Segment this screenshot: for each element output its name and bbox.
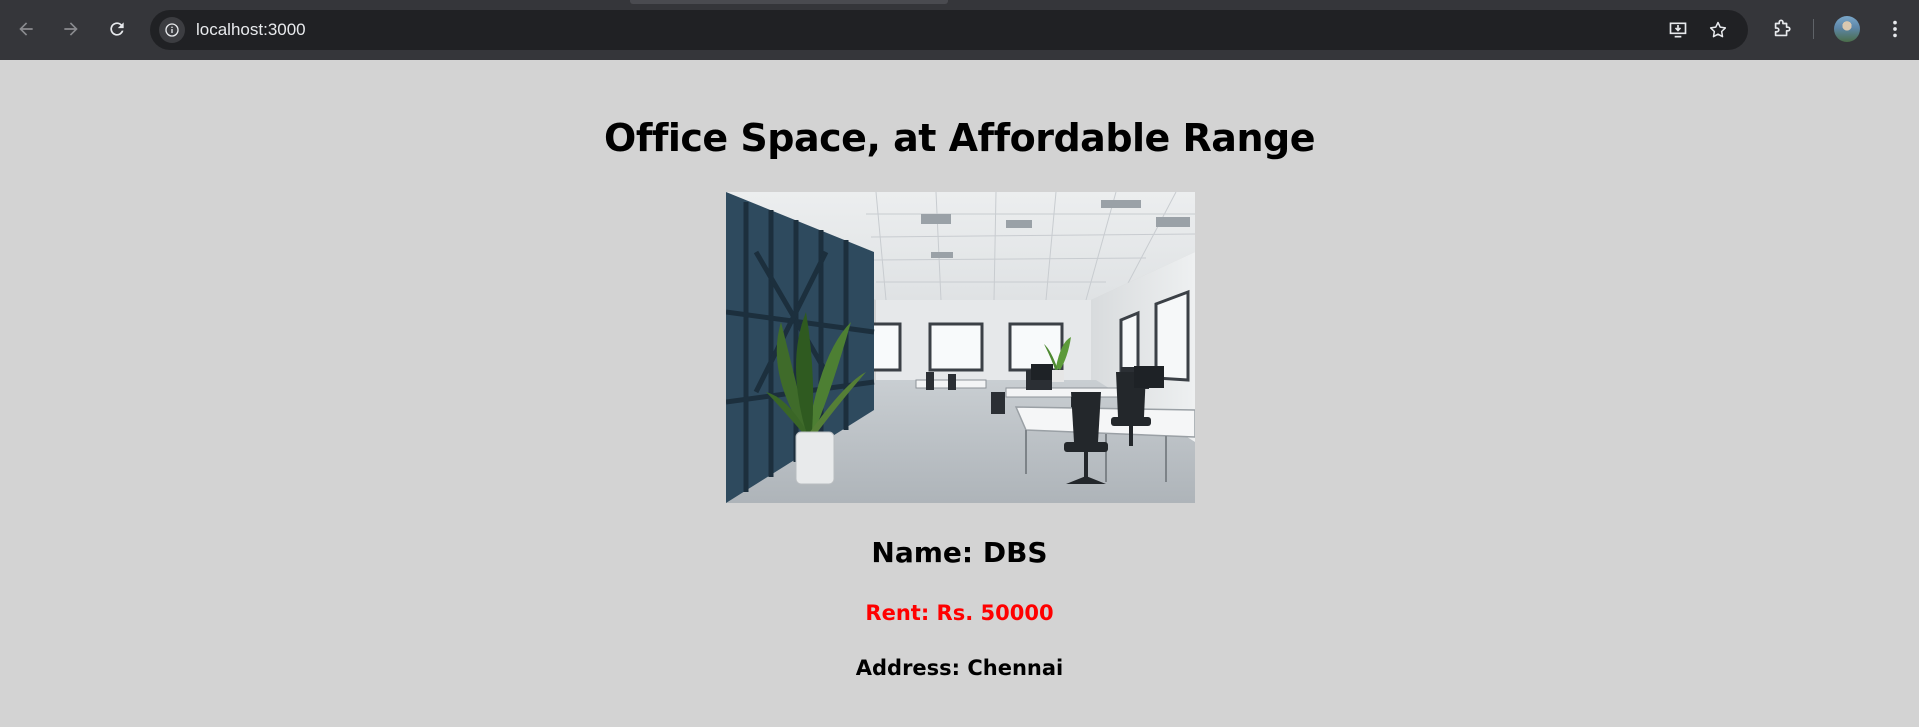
reload-icon bbox=[110, 22, 124, 36]
extensions-button[interactable] bbox=[1768, 15, 1796, 43]
office-address: Address: Chennai bbox=[855, 656, 1064, 680]
url-text: localhost:3000 bbox=[196, 20, 306, 39]
toolbar-divider bbox=[1813, 19, 1814, 39]
back-button[interactable] bbox=[8, 10, 44, 48]
office-photo bbox=[726, 192, 1195, 503]
office-rent: Rent: Rs. 50000 bbox=[865, 601, 1054, 625]
puzzle-icon bbox=[1774, 19, 1791, 37]
star-icon bbox=[1709, 21, 1727, 38]
browser-toolbar: localhost:3000 bbox=[0, 0, 1919, 60]
back-arrow-icon bbox=[19, 22, 33, 36]
address-bar[interactable]: localhost:3000 bbox=[150, 10, 1748, 50]
browser-chrome: localhost:3000 bbox=[0, 0, 1919, 60]
office-photo-illustration bbox=[726, 192, 1195, 503]
forward-button[interactable] bbox=[53, 10, 89, 48]
page-content: Office Space, at Affordable Range Name: … bbox=[0, 60, 1919, 727]
office-name: Name: DBS bbox=[871, 536, 1048, 569]
forward-arrow-icon bbox=[64, 22, 78, 36]
kebab-menu-icon bbox=[1893, 20, 1897, 38]
bookmark-button[interactable] bbox=[1707, 19, 1729, 41]
info-icon bbox=[165, 23, 179, 37]
install-app-icon bbox=[1669, 22, 1687, 38]
browser-menu-button[interactable] bbox=[1881, 15, 1909, 43]
avatar[interactable] bbox=[1834, 16, 1860, 42]
page-title: Office Space, at Affordable Range bbox=[604, 116, 1315, 160]
install-app-button[interactable] bbox=[1667, 19, 1689, 41]
reload-button[interactable] bbox=[99, 10, 135, 48]
site-info-button[interactable] bbox=[159, 17, 185, 43]
